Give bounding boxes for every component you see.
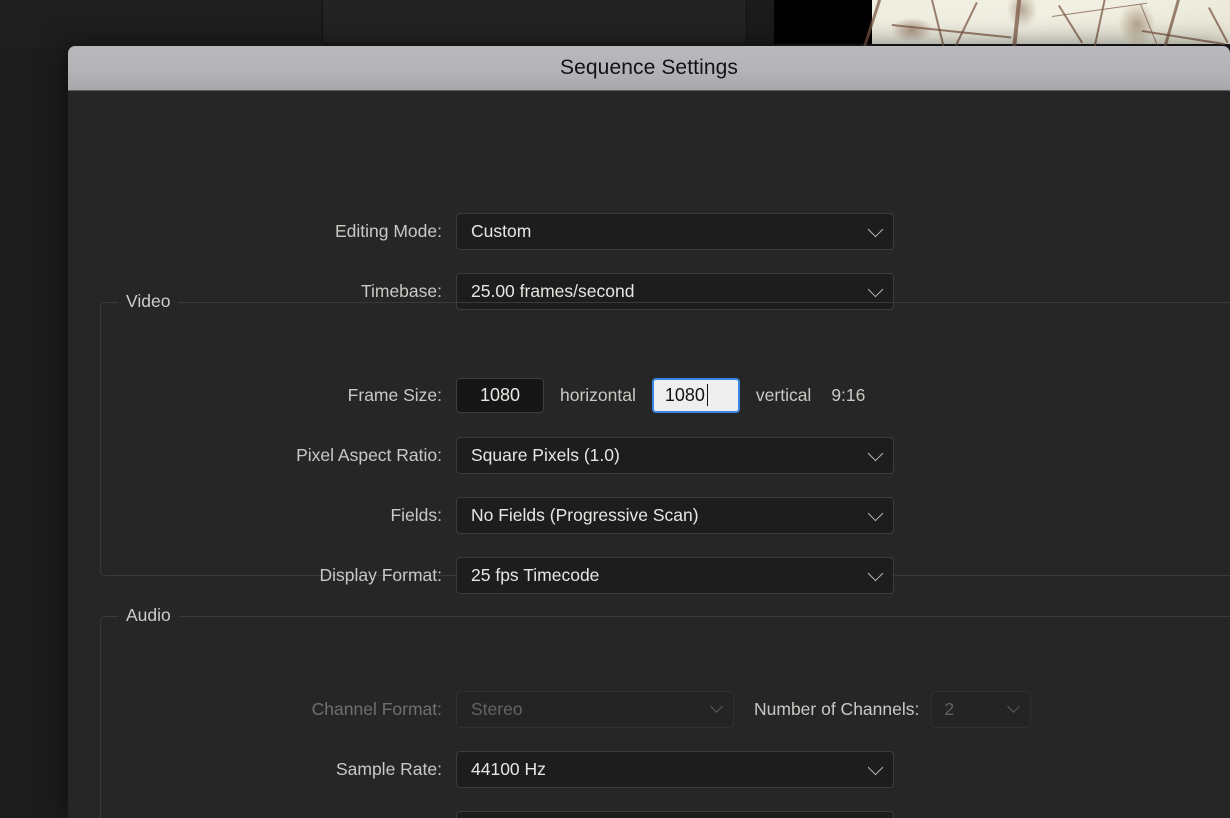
chevron-down-icon — [710, 700, 723, 713]
channel-format-label: Channel Format: — [68, 699, 456, 720]
fields-label: Fields: — [68, 505, 456, 526]
sample-rate-row: Sample Rate: 44100 Hz — [68, 750, 1230, 788]
sequence-settings-dialog: Sequence Settings Editing Mode: Custom T… — [68, 46, 1230, 818]
audio-display-format-select[interactable]: Audio Samples — [456, 811, 894, 818]
text-caret — [707, 384, 709, 406]
chevron-down-icon — [868, 566, 884, 582]
video-display-format-label: Display Format: — [68, 565, 456, 586]
background-panel-center — [322, 0, 747, 42]
sample-rate-select[interactable]: 44100 Hz — [456, 751, 894, 788]
audio-group-title: Audio — [118, 605, 179, 626]
background-panel-black — [774, 0, 872, 44]
fields-value: No Fields (Progressive Scan) — [471, 505, 699, 526]
frame-size-label: Frame Size: — [68, 385, 456, 406]
channel-format-row: Channel Format: Stereo Number of Channel… — [68, 690, 1230, 728]
number-of-channels-select: 2 — [931, 691, 1031, 728]
number-of-channels-label: Number of Channels: — [754, 699, 919, 720]
dialog-titlebar[interactable]: Sequence Settings — [68, 46, 1230, 91]
pixel-aspect-ratio-label: Pixel Aspect Ratio: — [68, 445, 456, 466]
chevron-down-icon — [868, 446, 884, 462]
background-panel-gap — [748, 0, 774, 44]
chevron-down-icon — [868, 282, 884, 298]
fields-row: Fields: No Fields (Progressive Scan) — [68, 496, 1230, 534]
frame-size-horizontal-value: 1080 — [480, 385, 520, 406]
editing-mode-label: Editing Mode: — [68, 221, 456, 242]
sample-rate-label: Sample Rate: — [68, 759, 456, 780]
fields-select[interactable]: No Fields (Progressive Scan) — [456, 497, 894, 534]
video-display-format-value: 25 fps Timecode — [471, 565, 599, 586]
frame-size-aspect-ratio: 9:16 — [831, 385, 865, 406]
frame-size-vertical-value: 1080 — [665, 385, 705, 406]
pixel-aspect-ratio-select[interactable]: Square Pixels (1.0) — [456, 437, 894, 474]
channel-format-select: Stereo — [456, 691, 734, 728]
background-panel-left — [0, 0, 322, 48]
frame-size-horizontal-input[interactable]: 1080 — [456, 378, 544, 413]
frame-size-vertical-unit-label: vertical — [756, 385, 811, 406]
background-video-preview-image — [872, 0, 1230, 44]
editing-mode-value: Custom — [471, 221, 531, 242]
number-of-channels-value: 2 — [944, 699, 954, 720]
chevron-down-icon — [868, 760, 884, 776]
chevron-down-icon — [1008, 700, 1021, 713]
frame-size-row: Frame Size: 1080 horizontal 1080 vertica… — [68, 376, 1230, 414]
video-display-format-row: Display Format: 25 fps Timecode — [68, 556, 1230, 594]
editing-mode-row: Editing Mode: Custom — [68, 212, 1230, 250]
frame-size-horizontal-unit-label: horizontal — [560, 385, 636, 406]
timebase-value: 25.00 frames/second — [471, 281, 634, 302]
chevron-down-icon — [868, 506, 884, 522]
audio-display-format-row: Display Format: Audio Samples — [68, 810, 1230, 818]
pixel-aspect-ratio-value: Square Pixels (1.0) — [471, 445, 620, 466]
chevron-down-icon — [868, 222, 884, 238]
pixel-aspect-ratio-row: Pixel Aspect Ratio: Square Pixels (1.0) — [68, 436, 1230, 474]
editing-mode-select[interactable]: Custom — [456, 213, 894, 250]
dialog-body: Editing Mode: Custom Timebase: 25.00 fra… — [68, 91, 1230, 818]
sample-rate-value: 44100 Hz — [471, 759, 546, 780]
dialog-title: Sequence Settings — [560, 56, 738, 80]
video-display-format-select[interactable]: 25 fps Timecode — [456, 557, 894, 594]
channel-format-value: Stereo — [471, 699, 523, 720]
frame-size-vertical-input[interactable]: 1080 — [652, 378, 740, 413]
video-group-title: Video — [118, 291, 178, 312]
